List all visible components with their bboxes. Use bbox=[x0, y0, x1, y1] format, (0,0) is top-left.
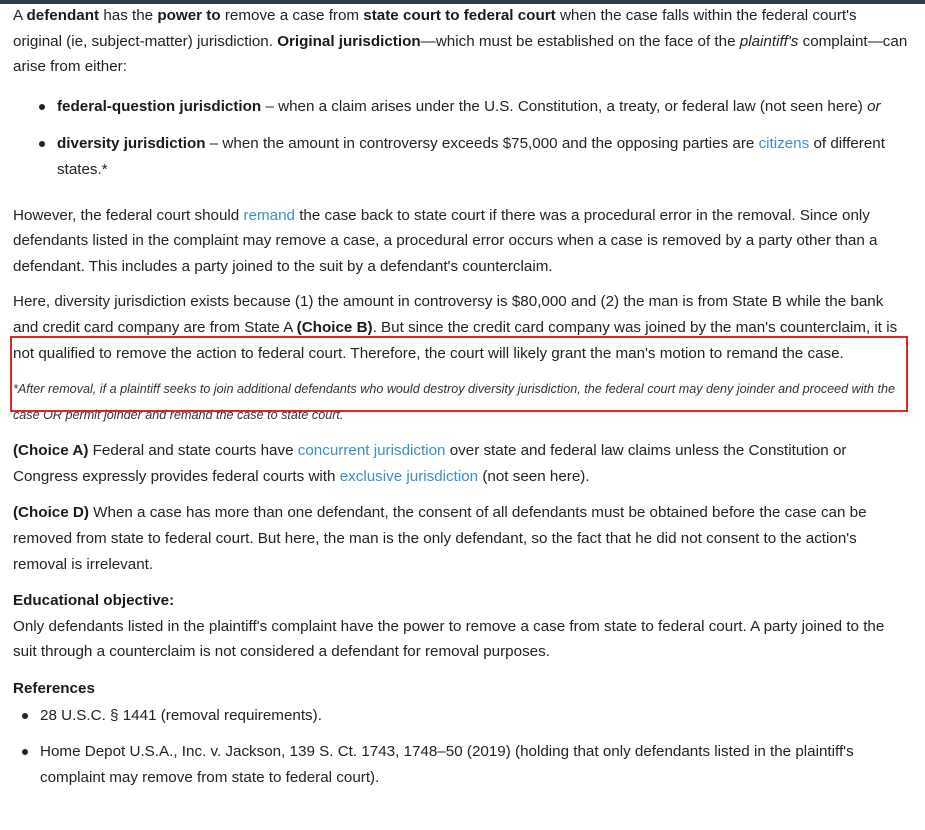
choice-b-label: (Choice B) bbox=[296, 318, 373, 336]
reference-item: Home Depot U.S.A., Inc. v. Jackson, 139 … bbox=[13, 739, 908, 790]
references-list: 28 U.S.C. § 1441 (removal requirements).… bbox=[13, 703, 908, 790]
intro-text: remove a case from bbox=[220, 7, 364, 24]
citizens-link[interactable]: citizens bbox=[759, 135, 810, 152]
exclusive-jurisdiction-link[interactable]: exclusive jurisdiction bbox=[340, 468, 478, 485]
intro-text: —which must be established on the face o… bbox=[420, 32, 740, 50]
jurisdiction-list: federal-question jurisdiction – when a c… bbox=[13, 94, 908, 183]
choice-a-paragraph: (Choice A) Federal and state courts have… bbox=[13, 438, 908, 489]
concurrent-jurisdiction-link[interactable]: concurrent jurisdiction bbox=[298, 442, 446, 459]
choice-d-label: (Choice D) bbox=[13, 504, 89, 522]
intro-bold: power to bbox=[157, 7, 221, 24]
list-item-term: federal-question jurisdiction bbox=[57, 97, 262, 115]
remand-paragraph: However, the federal court should remand… bbox=[13, 203, 908, 280]
references-heading: References bbox=[13, 679, 95, 697]
intro-paragraph: A defendant has the power to remove a ca… bbox=[13, 3, 908, 80]
paragraph-text: (not seen here). bbox=[478, 467, 590, 485]
remand-link[interactable]: remand bbox=[243, 207, 295, 224]
intro-bold: Original jurisdiction bbox=[277, 32, 421, 50]
intro-text: A bbox=[13, 7, 27, 24]
intro-bold: defendant bbox=[26, 7, 100, 24]
list-item-italic: or bbox=[867, 97, 881, 115]
intro-bold: state court to federal court bbox=[363, 7, 556, 24]
list-item: diversity jurisdiction – when the amount… bbox=[13, 131, 908, 182]
paragraph-text: When a case has more than one defendant,… bbox=[13, 504, 867, 573]
highlight-annotation bbox=[10, 336, 908, 412]
objective-text: Only defendants listed in the plaintiff'… bbox=[13, 617, 885, 661]
choice-a-label: (Choice A) bbox=[13, 442, 89, 460]
paragraph-text: However, the federal court should bbox=[13, 206, 244, 224]
list-item-text: – when the amount in controversy exceeds… bbox=[205, 135, 759, 153]
choice-d-paragraph: (Choice D) When a case has more than one… bbox=[13, 500, 908, 577]
paragraph-text: Federal and state courts have bbox=[88, 442, 298, 460]
list-item-text: – when a claim arises under the U.S. Con… bbox=[261, 97, 868, 115]
intro-text: has the bbox=[99, 7, 158, 24]
list-item: federal-question jurisdiction – when a c… bbox=[13, 94, 908, 120]
list-item-term: diversity jurisdiction bbox=[57, 135, 206, 153]
intro-italic: plaintiff's bbox=[739, 32, 799, 50]
objective-heading: Educational objective: bbox=[13, 592, 175, 610]
reference-item: 28 U.S.C. § 1441 (removal requirements). bbox=[13, 703, 908, 729]
